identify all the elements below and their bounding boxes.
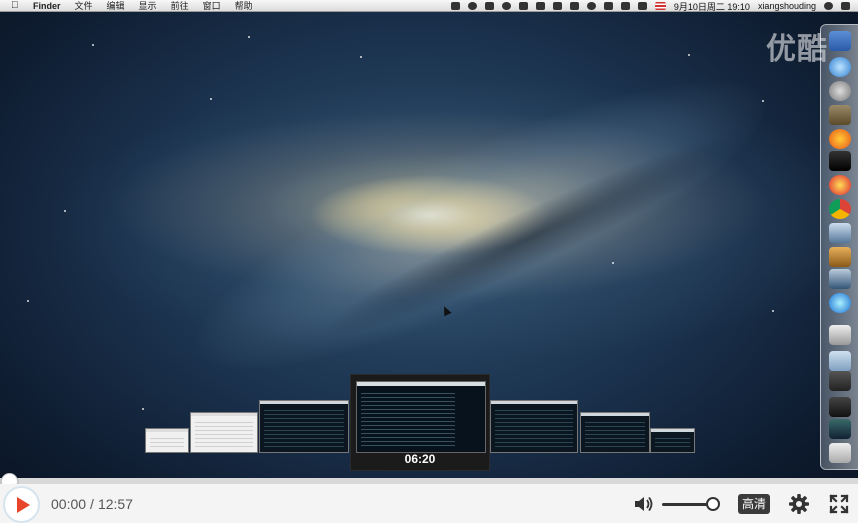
safari-icon[interactable] xyxy=(829,57,851,77)
star xyxy=(762,100,764,102)
player-controls: 00:00/12:57 高清 xyxy=(0,484,858,523)
wifi-icon[interactable] xyxy=(552,2,562,10)
quicktime-icon[interactable] xyxy=(829,293,851,313)
time-machine-icon[interactable] xyxy=(586,2,596,10)
documents-folder-icon[interactable] xyxy=(829,351,851,371)
qq-icon[interactable] xyxy=(829,175,851,195)
window-thumbnail[interactable] xyxy=(145,428,189,453)
menubar-clock[interactable]: 9月10日周二 19:10 xyxy=(674,0,750,13)
current-time: 00:00 xyxy=(51,496,87,512)
star xyxy=(92,44,94,46)
star xyxy=(64,210,66,212)
terminal-icon[interactable] xyxy=(829,151,851,171)
finder-icon[interactable] xyxy=(829,31,851,51)
star xyxy=(688,54,690,56)
duration: 12:57 xyxy=(97,496,133,512)
apple-icon[interactable]:  xyxy=(11,0,23,11)
menu-help[interactable]: 帮助 xyxy=(235,0,253,12)
seek-preview-frame xyxy=(356,381,486,453)
galaxy-band xyxy=(166,30,794,420)
firefox-icon[interactable] xyxy=(829,129,851,149)
volume-slider[interactable] xyxy=(662,503,712,506)
screenshot-stack-icon[interactable] xyxy=(829,397,851,417)
status-app-icon[interactable] xyxy=(467,2,477,10)
preview-app-icon[interactable] xyxy=(829,105,851,125)
trash-icon[interactable] xyxy=(829,443,851,463)
bluetooth-icon[interactable] xyxy=(535,2,545,10)
star xyxy=(772,310,774,312)
dropbox-icon[interactable] xyxy=(637,2,647,10)
volume-icon[interactable] xyxy=(633,494,655,514)
play-icon xyxy=(17,496,30,513)
downloads-stack-icon[interactable] xyxy=(829,371,851,391)
time-display: 00:00/12:57 xyxy=(51,496,133,512)
play-button[interactable] xyxy=(3,486,40,523)
disk-utility-icon[interactable] xyxy=(829,247,851,267)
quality-button[interactable]: 高清 xyxy=(738,494,770,514)
volume-handle[interactable] xyxy=(706,497,720,511)
menu-edit[interactable]: 编辑 xyxy=(107,0,125,12)
speaker-icon[interactable] xyxy=(620,2,630,10)
menubar-user[interactable]: xiangshouding xyxy=(758,1,816,11)
screen-record-icon[interactable] xyxy=(450,2,460,10)
photo-app-icon[interactable] xyxy=(829,223,851,243)
gear-icon[interactable] xyxy=(788,493,810,515)
fullscreen-icon[interactable] xyxy=(828,493,850,515)
folder-icon[interactable] xyxy=(829,325,851,345)
window-thumbnail[interactable] xyxy=(190,412,258,453)
star xyxy=(248,36,250,38)
chrome-icon[interactable] xyxy=(829,199,851,219)
image-capture-icon[interactable] xyxy=(829,269,851,289)
sync-icon[interactable] xyxy=(501,2,511,10)
seek-preview-time: 06:20 xyxy=(404,452,436,466)
notification-center-icon[interactable] xyxy=(841,2,850,10)
battery-icon[interactable] xyxy=(603,2,613,10)
menu-file[interactable]: 文件 xyxy=(75,0,93,12)
menu-go[interactable]: 前往 xyxy=(171,0,189,12)
star xyxy=(360,56,362,58)
window-thumbnail[interactable] xyxy=(580,412,650,453)
mac-menubar:  Finder 文件 编辑 显示 前往 窗口 帮助 9月10日周二 19:10… xyxy=(0,0,858,12)
lock-icon[interactable] xyxy=(569,2,579,10)
network-icon[interactable] xyxy=(518,2,528,10)
star xyxy=(27,300,29,302)
spotlight-icon[interactable] xyxy=(824,2,833,10)
cloud-icon[interactable] xyxy=(484,2,494,10)
menu-view[interactable]: 显示 xyxy=(139,0,157,12)
star xyxy=(142,408,144,410)
recent-stack-icon[interactable] xyxy=(829,419,851,439)
window-thumbnail[interactable] xyxy=(259,400,349,453)
dock xyxy=(820,24,858,470)
menu-app-name[interactable]: Finder xyxy=(33,1,61,11)
star xyxy=(612,262,614,264)
menubar-status-area: 9月10日周二 19:10 xiangshouding xyxy=(450,0,850,13)
star xyxy=(210,98,212,100)
window-thumbnail[interactable] xyxy=(650,428,695,453)
time-separator: / xyxy=(90,496,94,512)
window-thumbnail[interactable] xyxy=(490,400,578,453)
launchpad-icon[interactable] xyxy=(829,81,851,101)
input-source-flag-icon[interactable] xyxy=(654,2,666,10)
menu-window[interactable]: 窗口 xyxy=(203,0,221,12)
youku-watermark: 优酷 xyxy=(766,32,828,67)
seek-preview: 06:20 xyxy=(350,374,490,471)
